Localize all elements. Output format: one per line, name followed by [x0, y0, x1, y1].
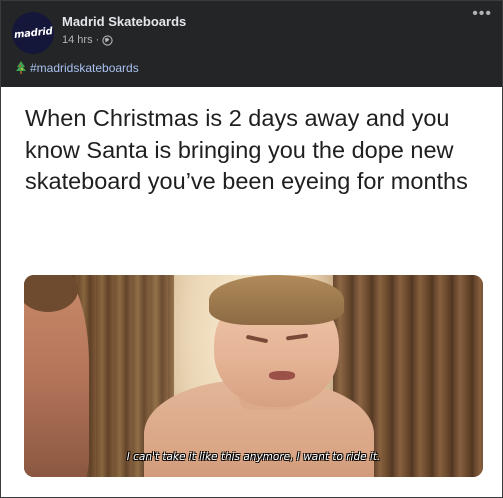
- post-header: madrid Madrid Skateboards 14 hrs · •••: [1, 1, 502, 57]
- meme-photo: I can't take it like this anymore, I wan…: [24, 275, 483, 477]
- movie-subtitle: I can't take it like this anymore, I wan…: [126, 451, 381, 463]
- hashtag-link[interactable]: #madridskateboards: [30, 61, 139, 75]
- more-options-icon[interactable]: •••: [472, 6, 492, 22]
- meme-caption-text: When Christmas is 2 days away and you kn…: [25, 105, 468, 194]
- globe-icon: [102, 34, 113, 46]
- meta-separator: ·: [95, 34, 100, 46]
- facebook-post: madrid Madrid Skateboards 14 hrs · ••• #…: [0, 0, 503, 498]
- page-name-link[interactable]: Madrid Skateboards: [62, 14, 186, 29]
- avatar-logo-text: madrid: [13, 25, 53, 41]
- christmas-tree-icon: [16, 61, 26, 74]
- post-caption: #madridskateboards: [15, 61, 139, 75]
- meme-image[interactable]: When Christmas is 2 days away and you kn…: [1, 87, 502, 497]
- page-avatar[interactable]: madrid: [12, 12, 54, 54]
- post-timestamp[interactable]: 14 hrs: [62, 34, 93, 46]
- person-hair: [209, 275, 344, 325]
- post-meta: 14 hrs ·: [62, 34, 113, 46]
- person-mouth: [269, 371, 295, 380]
